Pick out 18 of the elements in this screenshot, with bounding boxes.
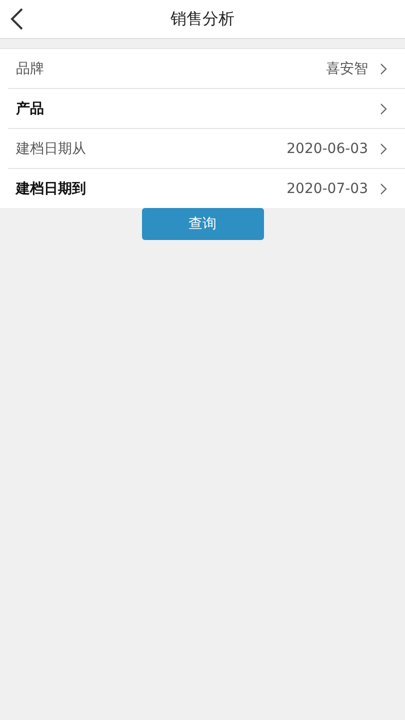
row-label: 建档日期到 [16, 180, 86, 198]
row-value: 2020-07-03 [286, 180, 368, 196]
row-value: 2020-06-03 [286, 140, 368, 156]
chevron-right-icon [380, 142, 387, 154]
row-label: 建档日期从 [16, 140, 86, 158]
page-title: 销售分析 [170, 8, 234, 30]
form-row[interactable]: 建档日期到 2020-07-03 [0, 169, 405, 208]
row-label: 产品 [16, 100, 44, 118]
form-row[interactable]: 品牌 喜安智 [8, 49, 405, 89]
row-label: 品牌 [16, 60, 44, 78]
form-row[interactable]: 建档日期从 2020-06-03 [8, 129, 405, 169]
row-value: 喜安智 [326, 60, 368, 78]
chevron-right-icon [380, 62, 387, 74]
back-icon[interactable] [10, 8, 24, 30]
query-button[interactable]: 查询 [142, 208, 264, 240]
form-row[interactable]: 产品 [8, 89, 405, 129]
chevron-right-icon [380, 102, 387, 114]
chevron-right-icon [380, 182, 387, 194]
